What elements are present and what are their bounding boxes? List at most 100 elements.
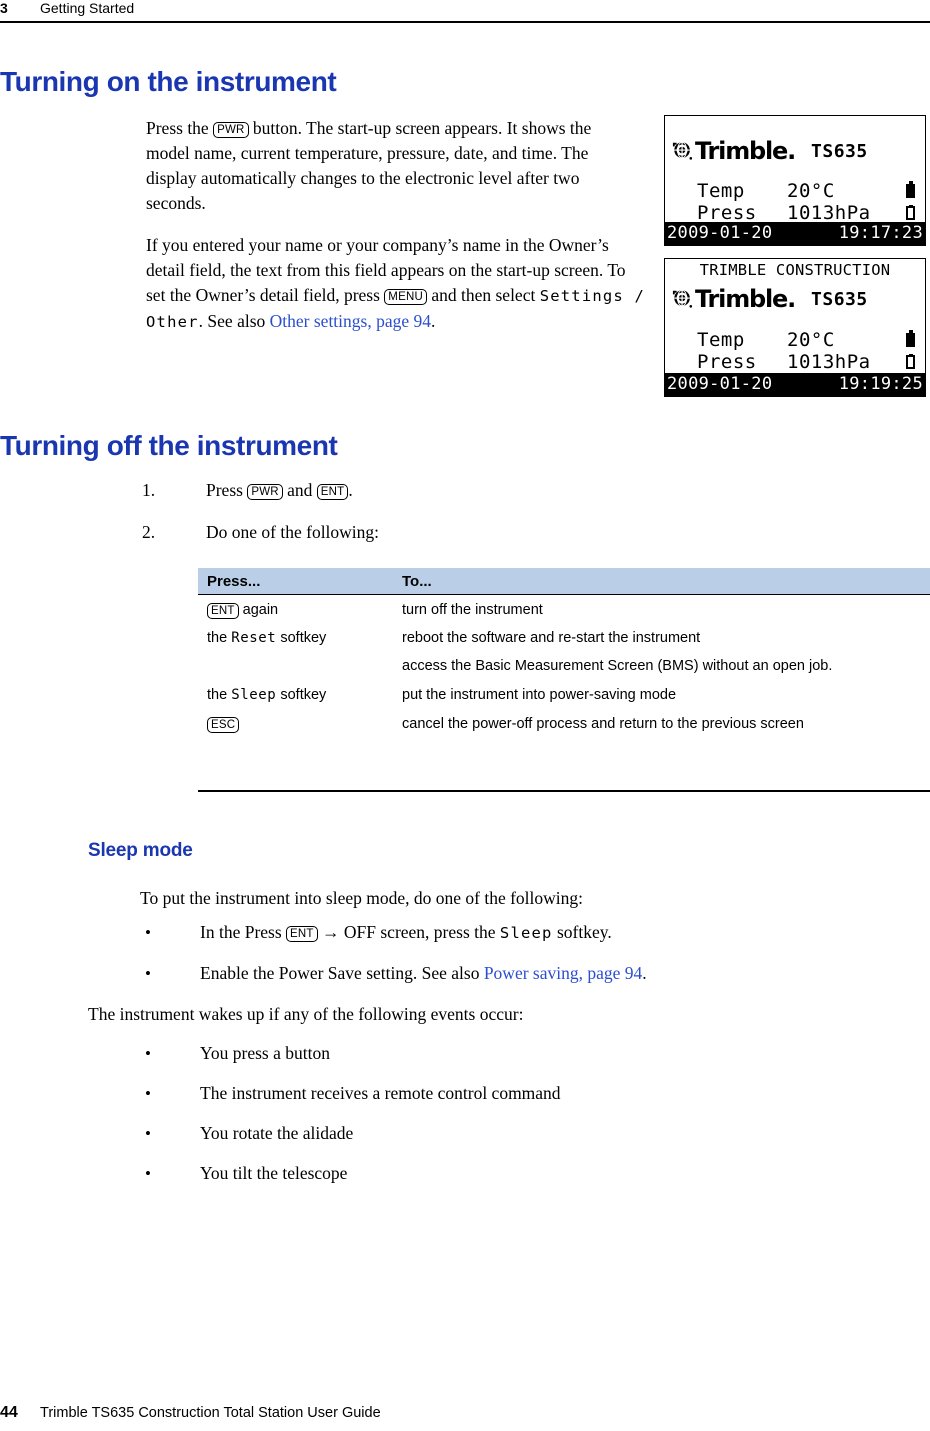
trimble-globe-icon xyxy=(672,289,693,308)
link-other-settings[interactable]: Other settings, page 94 xyxy=(270,311,431,331)
paragraph-turning-on-1: Press the PWR button. The start-up scree… xyxy=(146,116,638,216)
heading-sleep-mode: Sleep mode xyxy=(88,840,193,861)
menu-key-icon: MENU xyxy=(384,289,427,305)
lcd2-time: 19:19:25 xyxy=(838,374,923,394)
chapter-number: 3 xyxy=(0,0,8,16)
lcd1-temp-label: Temp xyxy=(697,180,745,202)
table-row: the Reset softkey reboot the software an… xyxy=(198,628,930,677)
lcd1-status-bar: 2009-01-20 19:17:23 xyxy=(665,222,925,245)
footer-page-number: 44 xyxy=(0,1404,18,1421)
wake-bullet-1-text: You press a button xyxy=(200,1043,330,1063)
table-cell-press: ENT again xyxy=(198,600,402,621)
lcd1-time: 19:17:23 xyxy=(838,223,923,243)
sleep-softkey-label: Sleep xyxy=(499,924,553,942)
table-header-row: Press... To... xyxy=(198,568,930,595)
table-cell-to: reboot the software and re-start the ins… xyxy=(402,628,930,677)
table-cell-to: turn off the instrument xyxy=(402,600,930,621)
row1-to-line-1: access the Basic Measurement Screen (BMS… xyxy=(402,658,833,674)
row1-press-prefix: the xyxy=(207,630,232,646)
sleep-softkey-label: Sleep xyxy=(231,687,277,703)
paragraph-turning-on-2: If you entered your name or your company… xyxy=(146,233,646,335)
bullet-dot-icon: • xyxy=(145,964,151,983)
lcd2-brand-text: Trimble. xyxy=(695,285,796,313)
lcd2-temp-value: 20°C xyxy=(787,329,835,351)
lcd2-model-text: TS635 xyxy=(811,288,868,310)
step-1-text: Press PWR and ENT. xyxy=(206,478,353,503)
bullet-dot-icon: • xyxy=(145,923,151,942)
lcd-startup-screen-with-owner: TRIMBLE CONSTRUCTION Trimble. TS635 Temp… xyxy=(664,258,926,397)
table-column-header-press: Press... xyxy=(207,572,261,590)
row0-press-suffix: again xyxy=(238,602,279,618)
bullet-dot-icon: • xyxy=(145,1084,151,1103)
trimble-globe-icon xyxy=(672,141,693,160)
lcd2-press-value: 1013hPa xyxy=(787,351,871,373)
lcd2-brand-row: Trimble. TS635 xyxy=(672,285,868,313)
ent-key-icon: ENT xyxy=(207,603,239,619)
lcd2-owner-detail-text: TRIMBLE CONSTRUCTION xyxy=(699,261,891,279)
table-row: ENT again turn off the instrument xyxy=(198,600,930,621)
lcd1-press-label: Press xyxy=(697,202,757,224)
para1-text-a: Press the xyxy=(146,118,214,138)
para2-text-c: . See also xyxy=(198,311,270,331)
bullet-dot-icon: • xyxy=(145,1164,151,1183)
paragraph-wake-intro: The instrument wakes up if any of the fo… xyxy=(88,1004,524,1024)
battery-indicator-icon-1 xyxy=(906,330,915,347)
step-1-number: 1. xyxy=(142,480,156,500)
pwr-key-icon: PWR xyxy=(247,484,283,500)
sb2-a: Enable the Power Save setting. See also xyxy=(200,963,484,983)
chapter-title: Getting Started xyxy=(40,0,135,16)
row1-press-suffix: softkey xyxy=(276,630,327,646)
para2-text-b: and then select xyxy=(426,285,540,305)
table-cell-to: cancel the power-off process and return … xyxy=(402,714,872,735)
step1-c: . xyxy=(348,480,353,500)
table-column-header-to: To... xyxy=(402,572,432,590)
row2-to-line-0: put the instrument into power-saving mod… xyxy=(402,687,677,703)
table-cell-press: ESC xyxy=(198,714,402,735)
link-power-saving[interactable]: Power saving, page 94 xyxy=(484,963,642,983)
battery-indicator-icon-2 xyxy=(906,354,915,369)
table-row: the Sleep softkey put the instrument int… xyxy=(198,685,930,706)
sleep-bullet-1-text: In the Press ENT → OFF screen, press the… xyxy=(200,920,612,946)
sb1-b: → OFF screen, press the xyxy=(317,922,500,942)
esc-key-icon: ESC xyxy=(207,717,240,733)
bullet-dot-icon: • xyxy=(145,1044,151,1063)
row2-press-suffix: softkey xyxy=(276,687,327,703)
wake-bullet-2-text: The instrument receives a remote control… xyxy=(200,1083,561,1103)
step1-b: and xyxy=(282,480,317,500)
para2-text-d: . xyxy=(431,311,436,331)
battery-indicator-icon-1 xyxy=(906,181,915,198)
lcd1-brand-row: Trimble. TS635 xyxy=(672,137,868,165)
step1-a: Press xyxy=(206,480,248,500)
row3-to-line-0: cancel the power-off process and return … xyxy=(402,716,804,732)
header-divider xyxy=(0,21,930,23)
ent-key-icon: ENT xyxy=(316,484,349,500)
sb1-c: softkey. xyxy=(552,922,612,942)
lcd1-date: 2009-01-20 xyxy=(667,223,773,243)
pwr-key-icon: PWR xyxy=(213,122,249,138)
lcd1-temp-value: 20°C xyxy=(787,180,835,202)
sleep-bullet-2-text: Enable the Power Save setting. See also … xyxy=(200,961,647,986)
lcd1-press-value: 1013hPa xyxy=(787,202,871,224)
battery-indicator-icon-2 xyxy=(906,205,915,220)
wake-bullet-3-text: You rotate the alidade xyxy=(200,1123,354,1143)
wake-bullet-4-text: You tilt the telescope xyxy=(200,1163,348,1183)
ent-key-icon: ENT xyxy=(286,926,318,942)
lcd2-temp-label: Temp xyxy=(697,329,745,351)
lcd2-status-bar: 2009-01-20 19:19:25 xyxy=(665,373,925,396)
sb1-a: In the Press xyxy=(200,922,287,942)
table-cell-to: put the instrument into power-saving mod… xyxy=(402,685,930,706)
footer-guide-title: Trimble TS635 Construction Total Station… xyxy=(40,1405,381,1421)
row0-to-line-0: turn off the instrument xyxy=(402,602,543,618)
sb2-tail: . xyxy=(642,963,647,983)
lcd2-date: 2009-01-20 xyxy=(667,374,773,394)
heading-turning-off-the-instrument: Turning off the instrument xyxy=(0,430,338,461)
lcd2-press-label: Press xyxy=(697,351,757,373)
step-2-number: 2. xyxy=(142,522,156,542)
bullet-dot-icon: • xyxy=(145,1124,151,1143)
heading-turning-on-the-instrument: Turning on the instrument xyxy=(0,66,337,97)
row1-to-line-0: reboot the software and re-start the ins… xyxy=(402,630,701,646)
table-bottom-divider xyxy=(198,790,930,792)
paragraph-sleep-intro: To put the instrument into sleep mode, d… xyxy=(140,888,584,908)
lcd1-model-text: TS635 xyxy=(811,140,868,162)
row2-press-prefix: the xyxy=(207,687,232,703)
